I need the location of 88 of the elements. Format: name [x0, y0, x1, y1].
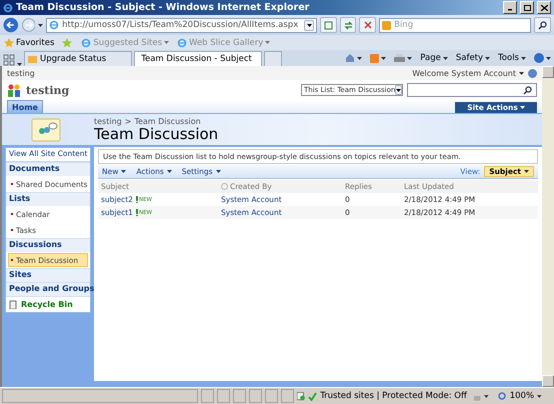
feed-icon[interactable]: [370, 54, 380, 63]
zoom-control[interactable]: 100%: [498, 391, 534, 401]
page-title: Team Discussion: [94, 126, 218, 142]
maximize-button[interactable]: [520, 1, 534, 14]
caret-icon: [484, 394, 489, 398]
caret-icon: [524, 170, 529, 173]
caret-icon: [166, 170, 172, 173]
caret-icon: [216, 170, 221, 173]
status-pane: [264, 389, 278, 403]
close-icon: [364, 21, 372, 29]
caret-icon: [38, 24, 44, 26]
caret-icon: [357, 56, 362, 60]
command-menu[interactable]: Tools: [498, 53, 526, 63]
maximize-icon: [524, 4, 530, 10]
star-icon: [4, 38, 14, 48]
recycle-bin-icon: [9, 300, 17, 309]
search-icon[interactable]: [523, 86, 532, 94]
quick-launch-heading[interactable]: Lists: [6, 192, 90, 206]
browser-logo-icon: [3, 2, 13, 12]
quick-launch-heading[interactable]: Sites: [6, 268, 90, 282]
status-pane: [280, 389, 294, 403]
caret-icon: [546, 56, 551, 60]
site-title[interactable]: testing: [26, 84, 70, 96]
printer-icon[interactable]: [394, 54, 406, 63]
status-pane: [232, 389, 246, 403]
folder-icon: [28, 54, 37, 64]
nav-tab[interactable]: Home: [7, 100, 43, 113]
site-logo-icon: [7, 84, 22, 96]
caret-icon: [381, 57, 386, 60]
check-icon: [308, 392, 318, 400]
browser-tab[interactable]: Team Discussion - Subject: [134, 51, 262, 66]
search-icon: [538, 20, 548, 30]
status-pane: [200, 389, 214, 403]
stop-button[interactable]: [359, 17, 376, 33]
caret-icon: [164, 41, 170, 44]
spinner-icon: [221, 183, 228, 190]
home-icon[interactable]: [345, 53, 356, 63]
recycle-bin-link[interactable]: Recycle Bin: [6, 296, 90, 312]
breadcrumb-separator: >: [124, 116, 132, 126]
minimize-button[interactable]: [503, 1, 517, 14]
site-crumb[interactable]: testing: [7, 68, 35, 78]
search-button[interactable]: [534, 17, 551, 33]
security-zone[interactable]: Trusted sites | Protected Mode: Off: [308, 391, 467, 401]
security-icon: [296, 392, 306, 400]
caret-icon: [537, 394, 542, 398]
quick-launch-heading[interactable]: Discussions: [6, 238, 90, 252]
caret-icon: [520, 106, 525, 109]
quick-tabs-icon[interactable]: [3, 54, 15, 66]
compatibility-button[interactable]: [320, 17, 337, 33]
command-menu[interactable]: Safety: [456, 53, 490, 63]
scrollbar[interactable]: [542, 66, 554, 387]
caret-icon: [265, 41, 270, 44]
close-icon: [540, 4, 548, 10]
window-title: Team Discussion - Subject - Windows Internet Explorer: [16, 2, 310, 13]
new-icon: [136, 196, 138, 203]
caret-icon: [521, 56, 526, 60]
caret-icon: [396, 88, 402, 92]
zoom-icon: [498, 392, 507, 400]
search-provider-icon: [382, 20, 392, 30]
page-icon: [324, 20, 334, 30]
caret-icon: [519, 72, 524, 74]
new-icon: [136, 209, 138, 216]
site-search-field[interactable]: [407, 83, 537, 97]
status-pane: [216, 389, 230, 403]
browser-logo-icon: [81, 38, 92, 48]
caret-icon: [407, 57, 412, 60]
back-button[interactable]: [3, 17, 19, 33]
caret-icon: [121, 170, 126, 173]
caret-icon: [442, 56, 448, 60]
new-tab-button[interactable]: [264, 51, 282, 66]
favorites-button[interactable]: Favorites: [4, 38, 54, 48]
refresh-button[interactable]: [340, 17, 356, 33]
command-menu[interactable]: Page: [420, 53, 448, 63]
status-pane: [248, 389, 262, 403]
breadcrumb-link[interactable]: Team Discussion: [134, 116, 201, 126]
browser-logo-icon: [49, 20, 60, 30]
browser-tab[interactable]: Upgrade Status: [24, 51, 132, 66]
browser-logo-icon: [177, 38, 188, 48]
caret-icon: [485, 56, 490, 60]
close-button[interactable]: [537, 1, 551, 14]
forward-button[interactable]: [22, 18, 36, 32]
address-field[interactable]: http://umoss07/Lists/Team%20Discussion/AllItems.aspx: [46, 18, 318, 32]
discussion-icon: [31, 118, 61, 142]
caret-icon: [306, 24, 312, 26]
breadcrumb-link[interactable]: testing: [94, 116, 122, 126]
refresh-icon: [344, 20, 353, 30]
welcome-menu[interactable]: Welcome System Account: [412, 68, 524, 78]
quick-launch-heading[interactable]: Documents: [6, 162, 90, 176]
